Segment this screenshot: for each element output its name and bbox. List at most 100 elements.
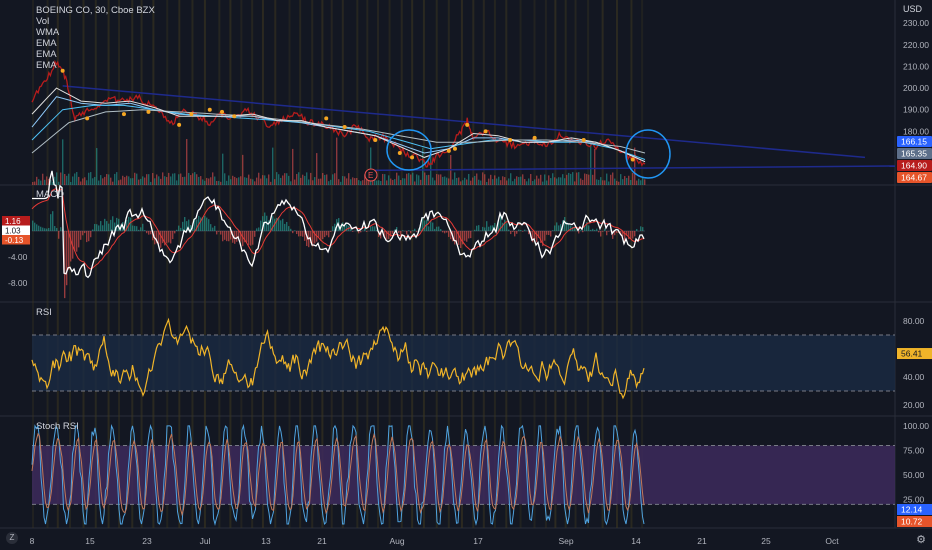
macd-histogram-bar (444, 231, 446, 234)
macd-histogram-bar (256, 228, 258, 231)
volume-bar (634, 147, 636, 185)
signal-dot (452, 146, 457, 151)
volume-bar (300, 177, 302, 185)
volume-bar (270, 181, 272, 185)
stoch-axis-tick: 25.00 (903, 494, 925, 504)
volume-bar (106, 174, 108, 185)
volume-bar (230, 179, 232, 185)
macd-histogram-bar (82, 231, 84, 236)
macd-histogram-bar (98, 225, 100, 231)
macd-histogram-bar (406, 231, 408, 235)
macd-histogram-bar (254, 231, 256, 237)
macd-histogram-bar (50, 214, 52, 231)
volume-bar (474, 175, 476, 185)
volume-bar (178, 174, 180, 185)
stoch-pane-title[interactable]: Stoch RSI (36, 421, 79, 432)
gear-icon[interactable]: ⚙ (916, 533, 926, 546)
macd-histogram-bar (214, 225, 216, 231)
volume-bar (460, 181, 462, 185)
volume-bar (628, 175, 630, 185)
volume-bar (558, 177, 560, 185)
rsi-pane-title[interactable]: RSI (36, 307, 52, 318)
macd-histogram-bar (370, 226, 372, 231)
macd-histogram-bar (70, 231, 72, 262)
macd-histogram-bar (332, 226, 334, 231)
macd-histogram-bar (284, 223, 286, 231)
volume-bar (602, 180, 604, 185)
volume-bar (138, 179, 140, 185)
volume-bar (404, 178, 406, 185)
macd-histogram-bar (468, 231, 470, 239)
macd-histogram-bar (54, 226, 56, 231)
macd-histogram-bar (446, 231, 448, 233)
macd-histogram-bar (102, 225, 104, 231)
macd-histogram-bar (96, 224, 98, 231)
volume-bar (146, 174, 148, 185)
volume-bar (428, 174, 430, 185)
volume-bar (532, 181, 534, 185)
macd-histogram-bar (76, 231, 78, 252)
volume-bar (348, 173, 350, 185)
volume-bar (140, 178, 142, 185)
volume-bar (56, 172, 58, 185)
price-label: 166.15 (901, 137, 927, 147)
macd-histogram-bar (588, 225, 590, 231)
volume-bar (252, 179, 254, 185)
volume-bar (638, 178, 640, 185)
macd-histogram-bar (288, 226, 290, 231)
volume-bar (358, 180, 360, 185)
volume-bar (408, 173, 410, 185)
volume-bar (120, 179, 122, 185)
volume-bar (614, 178, 616, 185)
macd-histogram-bar (160, 231, 162, 248)
volume-bar (170, 176, 172, 185)
volume-bar (258, 172, 260, 185)
volume-bar (42, 173, 44, 185)
macd-histogram-bar (300, 231, 302, 237)
volume-bar (266, 178, 268, 185)
time-axis-tick: Oct (825, 536, 839, 546)
price-axis-tick: 230.00 (903, 18, 929, 28)
volume-bar (34, 181, 36, 185)
legend-item-ema-1[interactable]: EMA (36, 38, 155, 49)
macd-histogram-bar (536, 231, 538, 243)
volume-bar (80, 181, 82, 185)
macd-histogram-bar (582, 231, 584, 233)
volume-bar (550, 178, 552, 185)
macd-histogram-bar (464, 231, 466, 241)
volume-bar (278, 174, 280, 185)
volume-bar (412, 172, 414, 185)
volume-bar (316, 153, 318, 185)
volume-bar (222, 153, 224, 185)
volume-bar (318, 178, 320, 185)
time-axis-tick: 17 (473, 536, 483, 546)
macd-histogram-bar (552, 230, 554, 231)
macd-histogram-bar (516, 231, 518, 234)
macd-histogram-bar (440, 229, 442, 231)
volume-bar (470, 180, 472, 185)
volume-bar (480, 180, 482, 185)
macd-histogram-bar (292, 231, 294, 234)
volume-bar (286, 173, 288, 185)
volume-bar (620, 174, 622, 185)
legend-item-vol[interactable]: Vol (36, 16, 155, 27)
price-label: 164.90 (901, 161, 927, 171)
legend-item-ema-2[interactable]: EMA (36, 49, 155, 60)
volume-bar (162, 172, 164, 185)
legend-item-ema-3[interactable]: EMA (36, 60, 155, 71)
volume-bar (590, 143, 592, 185)
volume-bar (566, 174, 568, 185)
volume-bar (310, 172, 312, 185)
currency-label[interactable]: USD (903, 4, 922, 14)
macd-pane-title[interactable]: MACD (36, 189, 64, 200)
stoch-axis-tick: 100.00 (903, 421, 929, 431)
signal-dot (189, 112, 194, 117)
macd-histogram-bar (166, 231, 168, 244)
tradingview-logo-icon[interactable]: Z (6, 532, 18, 544)
legend-item-wma[interactable]: WMA (36, 27, 155, 38)
macd-histogram-bar (608, 231, 610, 232)
volume-bar (618, 181, 620, 185)
volume-bar (340, 181, 342, 185)
volume-bar (388, 175, 390, 185)
volume-bar (276, 172, 278, 185)
